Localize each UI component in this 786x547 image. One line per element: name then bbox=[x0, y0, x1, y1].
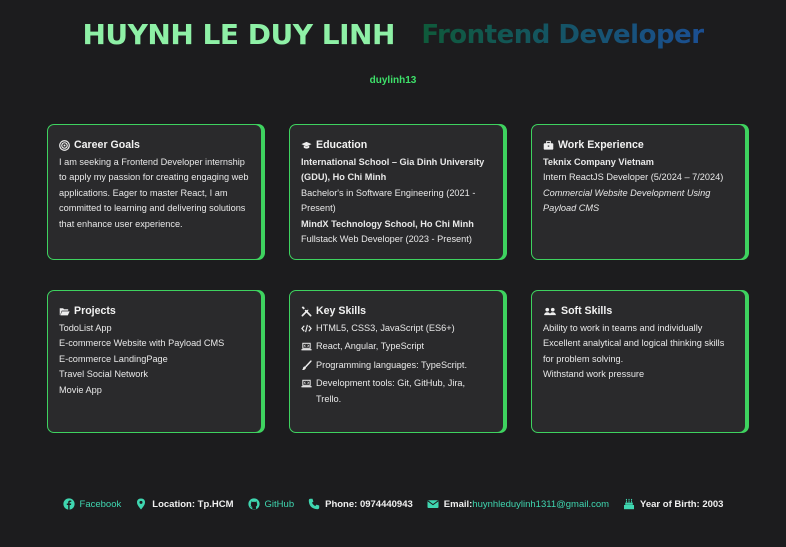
skill-text: Programming languages: TypeScript. bbox=[316, 359, 467, 370]
code-icon bbox=[301, 323, 312, 334]
card-title-text: Key Skills bbox=[316, 305, 367, 317]
birth-text: Year of Birth: 2003 bbox=[640, 498, 724, 510]
location-text: Location: Tp.HCM bbox=[152, 498, 234, 510]
email-label: Email: bbox=[443, 498, 473, 510]
card-title-text: Career Goals bbox=[74, 139, 140, 151]
projects-card: Projects TodoList App E-commerce Website… bbox=[47, 290, 262, 433]
skill-text: React, Angular, TypeScript bbox=[316, 341, 425, 351]
laptop-code-icon bbox=[301, 341, 312, 352]
list-item: HTML5, CSS3, JavaScript (ES6+) bbox=[301, 321, 492, 337]
envelope-icon bbox=[427, 498, 439, 510]
facebook-link[interactable]: Facebook bbox=[62, 498, 122, 510]
page-header: HUYNH LE DUY LINH Frontend Developer bbox=[0, 18, 786, 51]
facebook-icon bbox=[62, 498, 75, 510]
card-title-text: Education bbox=[316, 139, 368, 151]
soft-skills-card: Soft Skills Ability to work in teams and… bbox=[531, 290, 746, 433]
github-link[interactable]: GitHub bbox=[247, 498, 295, 510]
email-link[interactable]: huynhleduylinh1311@gmail.com bbox=[472, 499, 609, 510]
username-label: duylinh13 bbox=[369, 75, 417, 86]
list-item: React, Angular, TypeScript bbox=[301, 339, 492, 355]
career-goals-text: I am seeking a Frontend Developer intern… bbox=[59, 156, 249, 229]
github-link-text[interactable]: GitHub bbox=[265, 499, 295, 510]
list-item: Travel Social Network bbox=[59, 369, 149, 379]
list-item: Movie App bbox=[59, 384, 102, 395]
page-title-name: HUYNH LE DUY LINH bbox=[82, 18, 395, 51]
career-goals-card: Career Goals I am seeking a Frontend Dev… bbox=[47, 124, 262, 260]
list-item: Programming languages: TypeScript. bbox=[301, 358, 492, 374]
email-info: Email:huynhleduylinh1311@gmail.com bbox=[427, 498, 609, 510]
key-skills-card: Key Skills HTML5, CSS3, JavaScript (ES6+… bbox=[289, 290, 504, 433]
laptop-code-icon bbox=[301, 378, 312, 389]
list-item: E-commerce Website with Payload CMS bbox=[59, 338, 225, 348]
list-item: TodoList App bbox=[59, 322, 112, 333]
education-card: Education International School – Gia Din… bbox=[289, 124, 504, 260]
github-icon bbox=[247, 498, 260, 510]
education-school-2: MindX Technology School, Ho Chi Minh bbox=[301, 218, 474, 229]
education-school-1: International School – Gia Dinh Universi… bbox=[301, 156, 485, 183]
birthday-cake-icon bbox=[623, 498, 635, 510]
work-experience-card: Work Experience Teknix Company Vietnam I… bbox=[531, 124, 746, 260]
list-item: Withstand work pressure bbox=[543, 369, 645, 379]
contact-footer: Facebook Location: Tp.HCM GitHub Phone: … bbox=[0, 498, 786, 510]
phone-info: Phone: 0974440943 bbox=[308, 498, 413, 510]
skill-text: Development tools: Git, GitHub, Jira, Tr… bbox=[316, 378, 466, 404]
folder-open-icon bbox=[59, 306, 70, 317]
phone-text: Phone: 0974440943 bbox=[325, 498, 413, 510]
card-title: Education bbox=[301, 138, 492, 154]
map-pin-icon bbox=[135, 498, 147, 510]
card-title: Career Goals bbox=[59, 138, 250, 154]
experience-position: Intern ReactJS Developer (5/2024 – 7/202… bbox=[543, 172, 724, 182]
birth-info: Year of Birth: 2003 bbox=[623, 498, 723, 510]
phone-icon bbox=[308, 498, 320, 510]
skill-text: HTML5, CSS3, JavaScript (ES6+) bbox=[316, 322, 455, 333]
users-icon bbox=[543, 306, 557, 317]
card-title-text: Soft Skills bbox=[561, 305, 613, 317]
list-item: Development tools: Git, GitHub, Jira, Tr… bbox=[301, 376, 492, 407]
list-item: Excellent analytical and logical thinkin… bbox=[543, 338, 725, 364]
list-item: Ability to work in teams and individuall… bbox=[543, 322, 703, 333]
brush-icon bbox=[301, 360, 312, 371]
location-info: Location: Tp.HCM bbox=[135, 498, 234, 510]
email-group: Email:huynhleduylinh1311@gmail.com bbox=[444, 499, 609, 510]
facebook-link-text[interactable]: Facebook bbox=[80, 499, 122, 510]
card-title: Soft Skills bbox=[543, 304, 734, 320]
card-title: Work Experience bbox=[543, 138, 734, 154]
education-degree-1: Bachelor's in Software Engineering (2021… bbox=[301, 187, 476, 214]
list-item: E-commerce LandingPage bbox=[59, 353, 168, 364]
experience-company: Teknix Company Vietnam bbox=[543, 156, 654, 167]
bullseye-icon bbox=[59, 140, 70, 152]
education-degree-2: Fullstack Web Developer (2023 - Present) bbox=[301, 234, 472, 244]
tools-icon bbox=[301, 306, 312, 317]
graduation-cap-icon bbox=[301, 140, 312, 151]
card-title-text: Work Experience bbox=[558, 139, 644, 151]
card-title: Projects bbox=[59, 304, 250, 320]
page-subtitle-role: Frontend Developer bbox=[421, 19, 704, 50]
card-title: Key Skills bbox=[301, 304, 492, 320]
briefcase-icon bbox=[543, 140, 554, 151]
experience-project: Commercial Website Development Using Pay… bbox=[543, 187, 711, 214]
card-title-text: Projects bbox=[74, 305, 116, 317]
